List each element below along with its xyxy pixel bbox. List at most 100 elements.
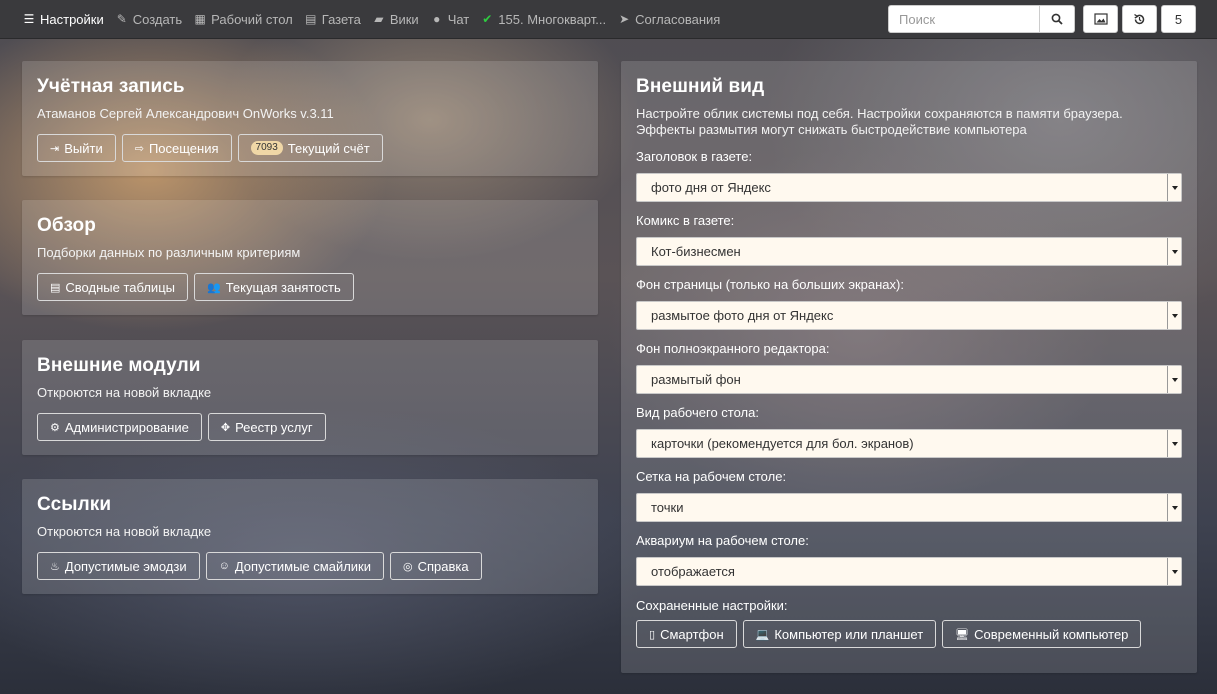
- overview-panel: Обзор Подборки данных по различным крите…: [22, 200, 598, 315]
- history-button[interactable]: [1122, 5, 1157, 33]
- newspaper-header-select[interactable]: фото дня от Яндекс: [636, 173, 1182, 202]
- links-panel: Ссылки Откроются на новой вкладке ♨ Допу…: [22, 479, 598, 594]
- laptop-icon: 💻: [755, 628, 770, 641]
- links-title: Ссылки: [37, 494, 112, 515]
- gear-icon: ⚙: [50, 421, 60, 434]
- pivot-tables-button[interactable]: ▤ Сводные таблицы: [37, 273, 188, 301]
- account-title: Учётная запись: [37, 76, 185, 97]
- nav-item-newspaper[interactable]: ▤ Газета: [305, 12, 361, 27]
- logout-label: Выйти: [64, 140, 103, 156]
- balance-badge: 7093: [250, 141, 283, 155]
- modules-desc: Откроются на новой вкладке: [37, 385, 212, 400]
- editor-background-select[interactable]: размытый фон: [636, 365, 1182, 394]
- field-label: Фон полноэкранного редактора:: [636, 341, 830, 356]
- pencil-icon: ✎: [116, 12, 127, 26]
- nav-item-label: Согласования: [635, 11, 721, 27]
- chevron-down-icon: [1167, 366, 1181, 393]
- smileys-button[interactable]: ☺ Допустимые смайлики: [205, 552, 384, 580]
- smiley-icon: ☺: [218, 560, 230, 572]
- nav-item-chat[interactable]: ● Чат: [431, 11, 470, 27]
- emoji-button[interactable]: ♨ Допустимые эмодзи: [37, 552, 200, 580]
- nav-item-create[interactable]: ✎ Создать: [116, 12, 182, 27]
- account-actions: ⇥ Выйти ⇨ Посещения 7093 Текущий счёт: [37, 134, 583, 162]
- field-label: Фон страницы (только на больших экранах)…: [636, 277, 904, 292]
- image-button[interactable]: [1083, 5, 1118, 33]
- chevron-down-icon: [1167, 430, 1181, 457]
- nav-item-desktop[interactable]: ▦ Рабочий стол: [194, 11, 293, 27]
- pivot-tables-label: Сводные таблицы: [65, 279, 175, 295]
- occupancy-button[interactable]: 👥 Текущая занятость: [194, 273, 354, 301]
- account-panel: Учётная запись Атаманов Сергей Александр…: [22, 61, 598, 176]
- chevron-down-icon: [1167, 238, 1181, 265]
- table-icon: ▤: [50, 281, 61, 294]
- notifications-counter-button[interactable]: 5: [1161, 5, 1196, 33]
- nav-item-label: Чат: [447, 11, 470, 27]
- appearance-title: Внешний вид: [636, 76, 765, 97]
- select-value: фото дня от Яндекс: [651, 180, 771, 195]
- field-comic: Комикс в газете: Кот-бизнесмен: [636, 213, 1182, 266]
- chevron-down-icon: [1167, 174, 1181, 201]
- appearance-desc: Настройте облик системы под себя. Настро…: [636, 106, 1123, 137]
- visits-label: Посещения: [148, 140, 219, 156]
- desktop-grid-select[interactable]: точки: [636, 493, 1182, 522]
- field-newspaper-header: Заголовок в газете: фото дня от Яндекс: [636, 149, 1182, 202]
- preset-desktop-button[interactable]: 🖥 Современный компьютер: [942, 620, 1142, 648]
- admin-label: Администрирование: [64, 419, 189, 435]
- nav-item-task[interactable]: ✔ 155. Многокварт...: [481, 12, 606, 27]
- nav-menu: ☰ Настройки ✎ Создать ▦ Рабочий стол ▤ Г…: [0, 0, 732, 39]
- field-label: Вид рабочего стола:: [636, 405, 759, 420]
- modules-title: Внешние модули: [37, 355, 201, 376]
- links-desc: Откроются на новой вкладке: [37, 524, 212, 539]
- emoji-label: Допустимые эмодзи: [64, 558, 187, 574]
- desktop-view-select[interactable]: карточки (рекомендуется для бол. экранов…: [636, 429, 1182, 458]
- chat-icon: ●: [433, 12, 441, 26]
- overview-desc: Подборки данных по различным критериям: [37, 245, 301, 260]
- field-label: Комикс в газете:: [636, 213, 735, 228]
- help-label: Справка: [417, 558, 469, 574]
- nav-item-label: Вики: [389, 11, 419, 27]
- service-registry-button[interactable]: ✥ Реестр услуг: [207, 413, 326, 441]
- search-icon: [1051, 13, 1063, 25]
- preset-smartphone-button[interactable]: ▯ Смартфон: [636, 620, 737, 648]
- select-value: размытый фон: [651, 372, 741, 387]
- nav-item-wiki[interactable]: ▰ Вики: [373, 12, 419, 27]
- service-registry-label: Реестр услуг: [235, 419, 313, 435]
- nav-item-label: Настройки: [40, 11, 104, 27]
- send-icon: ➤: [619, 12, 630, 26]
- aquarium-select[interactable]: отображается: [636, 557, 1182, 586]
- search-button[interactable]: [1040, 5, 1075, 33]
- admin-button[interactable]: ⚙ Администрирование: [37, 413, 202, 441]
- grid-icon: ▦: [194, 12, 206, 26]
- history-icon: [1134, 13, 1145, 24]
- select-value: размытое фото дня от Яндекс: [651, 308, 834, 323]
- search-box: [888, 5, 1079, 33]
- overview-title: Обзор: [37, 215, 96, 236]
- field-label: Аквариум на рабочем столе:: [636, 533, 809, 548]
- modules-actions: ⚙ Администрирование ✥ Реестр услуг: [37, 413, 583, 441]
- visits-button[interactable]: ⇨ Посещения: [121, 134, 232, 162]
- search-input[interactable]: [888, 5, 1040, 33]
- comic-select[interactable]: Кот-бизнесмен: [636, 237, 1182, 266]
- newspaper-icon: ▤: [305, 12, 317, 26]
- modules-panel: Внешние модули Откроются на новой вкладк…: [22, 340, 598, 455]
- chevron-down-icon: [1167, 558, 1181, 585]
- check-circle-icon: ✔: [482, 12, 493, 26]
- chevron-down-icon: [1167, 494, 1181, 521]
- balance-button[interactable]: 7093 Текущий счёт: [237, 134, 383, 162]
- preset-tablet-button[interactable]: 💻 Компьютер или планшет: [742, 620, 937, 648]
- field-desktop-view: Вид рабочего стола: карточки (рекомендуе…: [636, 405, 1182, 458]
- notifications-count: 5: [1174, 11, 1183, 27]
- nav-item-settings[interactable]: ☰ Настройки: [23, 12, 104, 27]
- field-desktop-grid: Сетка на рабочем столе: точки: [636, 469, 1182, 522]
- preset-label: Современный компьютер: [974, 626, 1129, 642]
- nav-item-label: Рабочий стол: [211, 11, 293, 27]
- users-icon: 👥: [207, 281, 221, 294]
- help-button[interactable]: ◎ Справка: [390, 552, 482, 580]
- page-background-select[interactable]: размытое фото дня от Яндекс: [636, 301, 1182, 330]
- login-icon: ⇨: [134, 142, 144, 155]
- nav-item-label: 155. Многокварт...: [498, 11, 607, 27]
- top-navbar: ☰ Настройки ✎ Создать ▦ Рабочий стол ▤ Г…: [0, 0, 1217, 39]
- logout-button[interactable]: ⇥ Выйти: [37, 134, 116, 162]
- menu-icon: ☰: [23, 12, 35, 26]
- nav-item-approvals[interactable]: ➤ Согласования: [618, 12, 720, 27]
